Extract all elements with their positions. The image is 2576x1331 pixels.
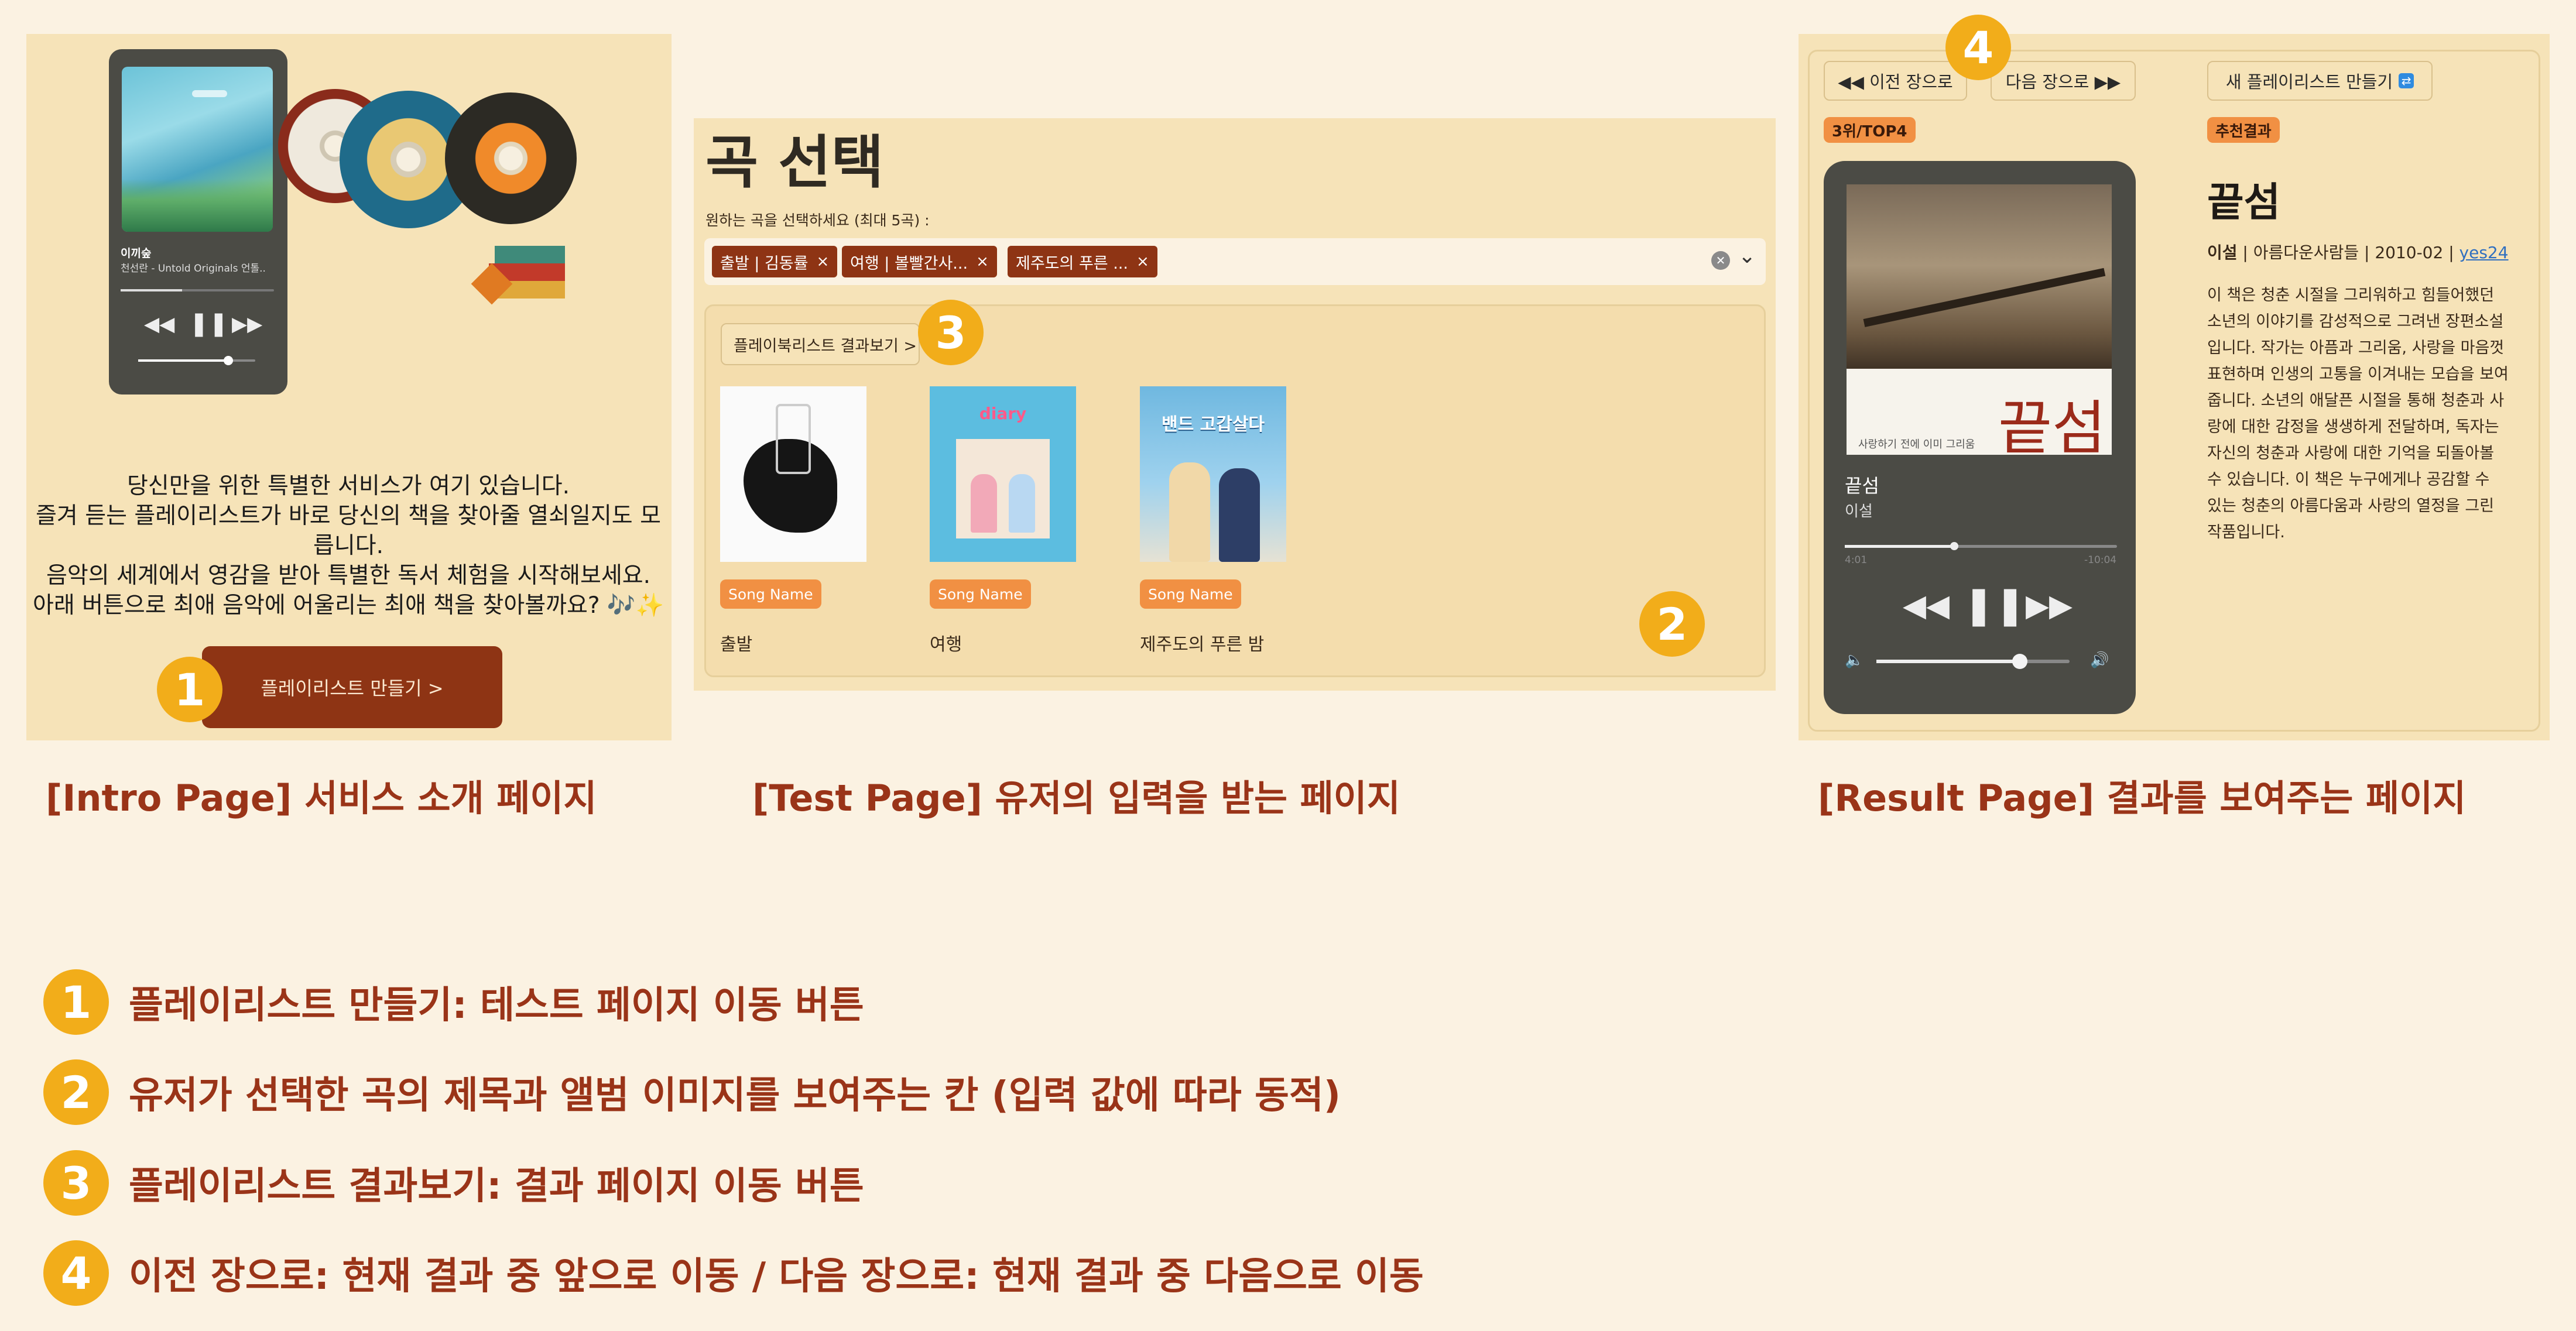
rewind-icon[interactable]: ◀◀ [1903, 588, 1950, 623]
book-disc-3 [445, 92, 577, 224]
song-chip[interactable]: 여행 | 볼빨간사... × [842, 246, 997, 277]
intro-line-4: 아래 버튼으로 최애 음악에 어울리는 최애 책을 찾아볼까요? 🎶✨ [32, 592, 664, 619]
recommend-tag: 추천결과 [2207, 117, 2280, 143]
legend-item: 4 이전 장으로: 현재 결과 중 앞으로 이동 / 다음 장으로: 현재 결과… [43, 1240, 1424, 1306]
elapsed-time: 4:01 [1845, 554, 1868, 566]
chip-label: 출발 | 김동률 [720, 254, 809, 273]
song-chip[interactable]: 제주도의 푸른 ... × [1008, 246, 1157, 277]
remaining-time: -10:04 [2084, 554, 2117, 566]
player-progress-bar[interactable] [1845, 542, 2117, 550]
album-image [720, 386, 866, 562]
volume-low-icon: 🔈 [1845, 651, 1864, 669]
volume-slider[interactable] [1876, 654, 2070, 669]
book-publisher-date: | 아름다운사람들 | 2010-02 | [2237, 243, 2459, 262]
chevron-down-icon[interactable]: ⌄ [1738, 244, 1756, 268]
chip-remove-icon[interactable]: × [976, 253, 989, 270]
legend-badge: 4 [43, 1240, 109, 1306]
player-progress-bar[interactable] [121, 289, 274, 291]
rank-tag: 3위/TOP4 [1824, 117, 1916, 143]
page-title: 곡 선택 [705, 129, 884, 196]
legend-badge: 1 [43, 969, 109, 1035]
make-playlist-button[interactable]: 플레이리스트 만들기 > [202, 646, 502, 728]
chip-label: 제주도의 푸른 ... [1016, 254, 1128, 273]
view-result-button[interactable]: 플레이북리스트 결과보기 > [721, 323, 920, 365]
legend-badge: 2 [43, 1059, 109, 1125]
badge-3: 3 [918, 300, 984, 365]
test-caption: [Test Page] 유저의 입력을 받는 페이지 [752, 777, 1400, 819]
badge-4: 4 [1945, 15, 2011, 80]
pause-icon[interactable]: ❚❚ [189, 310, 228, 337]
badge-2: 2 [1639, 591, 1705, 657]
legend-item: 2 유저가 선택한 곡의 제목과 앨범 이미지를 보여주는 칸 (입력 값에 따… [43, 1059, 1341, 1125]
legend-text: 유저가 선택한 곡의 제목과 앨범 이미지를 보여주는 칸 (입력 값에 따라 … [129, 1074, 1341, 1117]
pixel-books-decoration [471, 211, 580, 319]
badge-1: 1 [157, 657, 222, 722]
album-art [122, 67, 273, 232]
book-title: 끝섬 [2207, 180, 2281, 226]
intro-line-2: 즐겨 듣는 플레이리스트가 바로 당신의 책을 찾아줄 열쇠일지도 모릅니다. [36, 503, 661, 559]
result-music-player: 끝섬 사랑하기 전에 이미 그리움 끝섬 이설 4:01 -10:04 ◀◀ ❚… [1824, 161, 2136, 714]
album-image: diary [930, 386, 1076, 562]
chip-remove-icon[interactable]: × [1136, 253, 1149, 270]
new-playlist-button[interactable]: 새 플레이리스트 만들기 ⇄ [2207, 61, 2433, 101]
song-title: 제주도의 푸른 밤 [1140, 634, 1265, 655]
album-image: 밴드 고갑살다 [1140, 386, 1286, 562]
rewind-icon[interactable]: ◀◀ [144, 313, 174, 336]
song-chip[interactable]: 출발 | 김동률 × [712, 246, 838, 277]
next-page-button[interactable]: 다음 장으로 ▶▶ [1991, 61, 2136, 101]
prev-page-button[interactable]: ◀◀ 이전 장으로 [1824, 61, 1967, 101]
chip-label: 여행 | 볼빨간사... [850, 254, 968, 273]
legend-item: 1 플레이리스트 만들기: 테스트 페이지 이동 버튼 [43, 969, 864, 1035]
refresh-icon: ⇄ [2399, 73, 2414, 88]
legend-text: 플레이리스트 결과보기: 결과 페이지 이동 버튼 [129, 1165, 864, 1208]
player-song: 이끼숲 [121, 247, 152, 260]
volume-slider[interactable] [138, 356, 255, 365]
player-artist: 이설 [1845, 503, 1873, 520]
song-title: 여행 [930, 634, 962, 655]
intro-line-3: 음악의 세계에서 영감을 받아 특별한 독서 체험을 시작해보세요. [46, 562, 651, 589]
song-multiselect[interactable]: 출발 | 김동률 × 여행 | 볼빨간사... × 제주도의 푸른 ... × … [704, 238, 1766, 285]
pause-icon[interactable]: ❚❚ [1963, 584, 2026, 627]
player-artist: 천선란 - Untold Originals 언톨.. [121, 263, 266, 275]
song-title: 출발 [720, 634, 753, 655]
legend-text: 이전 장으로: 현재 결과 중 앞으로 이동 / 다음 장으로: 현재 결과 중… [129, 1255, 1424, 1298]
intro-caption: [Intro Page] 서비스 소개 페이지 [46, 777, 597, 819]
book-meta: 이설 | 아름다운사람들 | 2010-02 | yes24 [2207, 240, 2509, 263]
forward-icon[interactable]: ▶▶ [232, 313, 262, 336]
book-description: 이 책은 청춘 시절을 그리워하고 힘들어했던 소년의 이야기를 감성적으로 그… [2207, 286, 2509, 541]
book-cover: 끝섬 사랑하기 전에 이미 그리움 [1847, 184, 2112, 455]
song-name-tag: Song Name [1140, 579, 1241, 609]
intro-music-player: 이끼숲 천선란 - Untold Originals 언톨.. ◀◀ ❚❚ ▶▶ [109, 49, 287, 395]
clear-all-icon[interactable]: ✕ [1711, 251, 1730, 270]
volume-high-icon: 🔊 [2090, 651, 2109, 669]
intro-description: 당신만을 위한 특별한 서비스가 여기 있습니다. 즐겨 듣는 플레이리스트가 … [26, 471, 670, 620]
chip-remove-icon[interactable]: × [816, 253, 829, 270]
forward-icon[interactable]: ▶▶ [2026, 588, 2073, 623]
result-caption: [Result Page] 결과를 보여주는 페이지 [1818, 777, 2467, 819]
song-name-tag: Song Name [720, 579, 821, 609]
legend-badge: 3 [43, 1150, 109, 1216]
book-author: 이설 [2207, 243, 2238, 262]
player-title: 끝섬 [1845, 475, 1879, 497]
help-text: 원하는 곡을 선택하세요 (최대 5곡) : [705, 212, 930, 229]
legend-item: 3 플레이리스트 결과보기: 결과 페이지 이동 버튼 [43, 1150, 864, 1216]
intro-line-1: 당신만을 위한 특별한 서비스가 여기 있습니다. [126, 473, 570, 499]
new-playlist-label: 새 플레이리스트 만들기 [2225, 72, 2393, 92]
song-name-tag: Song Name [930, 579, 1031, 609]
legend-text: 플레이리스트 만들기: 테스트 페이지 이동 버튼 [129, 984, 864, 1027]
yes24-link[interactable]: yes24 [2459, 243, 2509, 262]
